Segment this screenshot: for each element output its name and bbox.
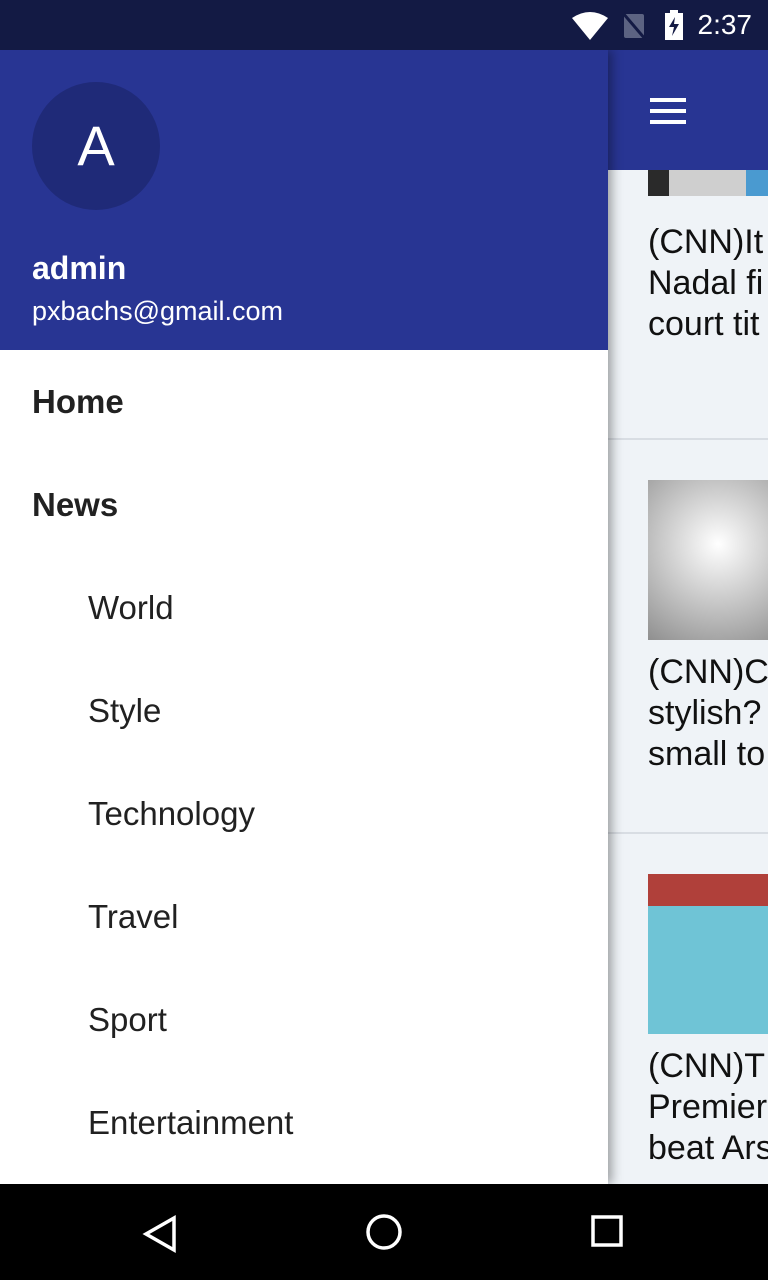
avatar[interactable]: A (32, 82, 160, 210)
article-thumbnail (648, 480, 768, 640)
drawer-item-entertainment[interactable]: Entertainment (0, 1071, 608, 1174)
back-icon[interactable] (140, 1214, 180, 1254)
title-line: Nadal fi (648, 264, 764, 302)
clock: 2:37 (697, 9, 753, 40)
article-card[interactable]: (CNN)It Nadal fi court tit (608, 170, 768, 440)
battery-charging-icon (665, 10, 683, 40)
article-card[interactable]: (CNN)T Premier beat Ars (608, 834, 768, 1184)
title-line: court tit (648, 305, 760, 343)
article-title: (CNN)It Nadal fi court tit (648, 222, 763, 345)
wifi-icon (572, 12, 608, 40)
navigation-drawer: A admin pxbachs@gmail.com Home News Worl… (0, 50, 608, 1184)
drawer-item-news[interactable]: News (0, 453, 608, 556)
drawer-header: A admin pxbachs@gmail.com (0, 50, 608, 350)
drawer-item-style[interactable]: Style (0, 659, 608, 762)
app-screen: (CNN)It Nadal fi court tit (CNN)C stylis… (0, 50, 768, 1184)
article-feed[interactable]: (CNN)It Nadal fi court tit (CNN)C stylis… (608, 170, 768, 1184)
title-line: small to (648, 735, 766, 773)
user-email: pxbachs@gmail.com (32, 296, 284, 326)
recents-icon[interactable] (590, 1214, 626, 1250)
article-title: (CNN)T Premier beat Ars (648, 1046, 768, 1169)
article-thumbnail (648, 874, 768, 1034)
title-line: beat Ars (648, 1129, 768, 1167)
article-card[interactable]: (CNN)C stylish? small to (608, 440, 768, 834)
title-line: stylish? (648, 694, 762, 732)
status-bar: 2:37 (0, 0, 768, 50)
username: admin (32, 250, 127, 286)
system-nav-bar (0, 1184, 768, 1280)
title-line: Premier (648, 1088, 768, 1126)
title-line: (CNN)It (648, 223, 764, 261)
drawer-item-technology[interactable]: Technology (0, 762, 608, 865)
no-sim-icon (622, 12, 646, 40)
drawer-item-home[interactable]: Home (0, 350, 608, 453)
drawer-item-sport[interactable]: Sport (0, 968, 608, 1071)
drawer-item-travel[interactable]: Travel (0, 865, 608, 968)
title-line: (CNN)T (648, 1047, 766, 1085)
drawer-item-world[interactable]: World (0, 556, 608, 659)
article-title: (CNN)C stylish? small to (648, 652, 768, 775)
menu-icon[interactable] (650, 98, 686, 124)
article-thumbnail (648, 170, 768, 196)
title-line: (CNN)C (648, 653, 768, 691)
home-icon[interactable] (364, 1212, 404, 1252)
